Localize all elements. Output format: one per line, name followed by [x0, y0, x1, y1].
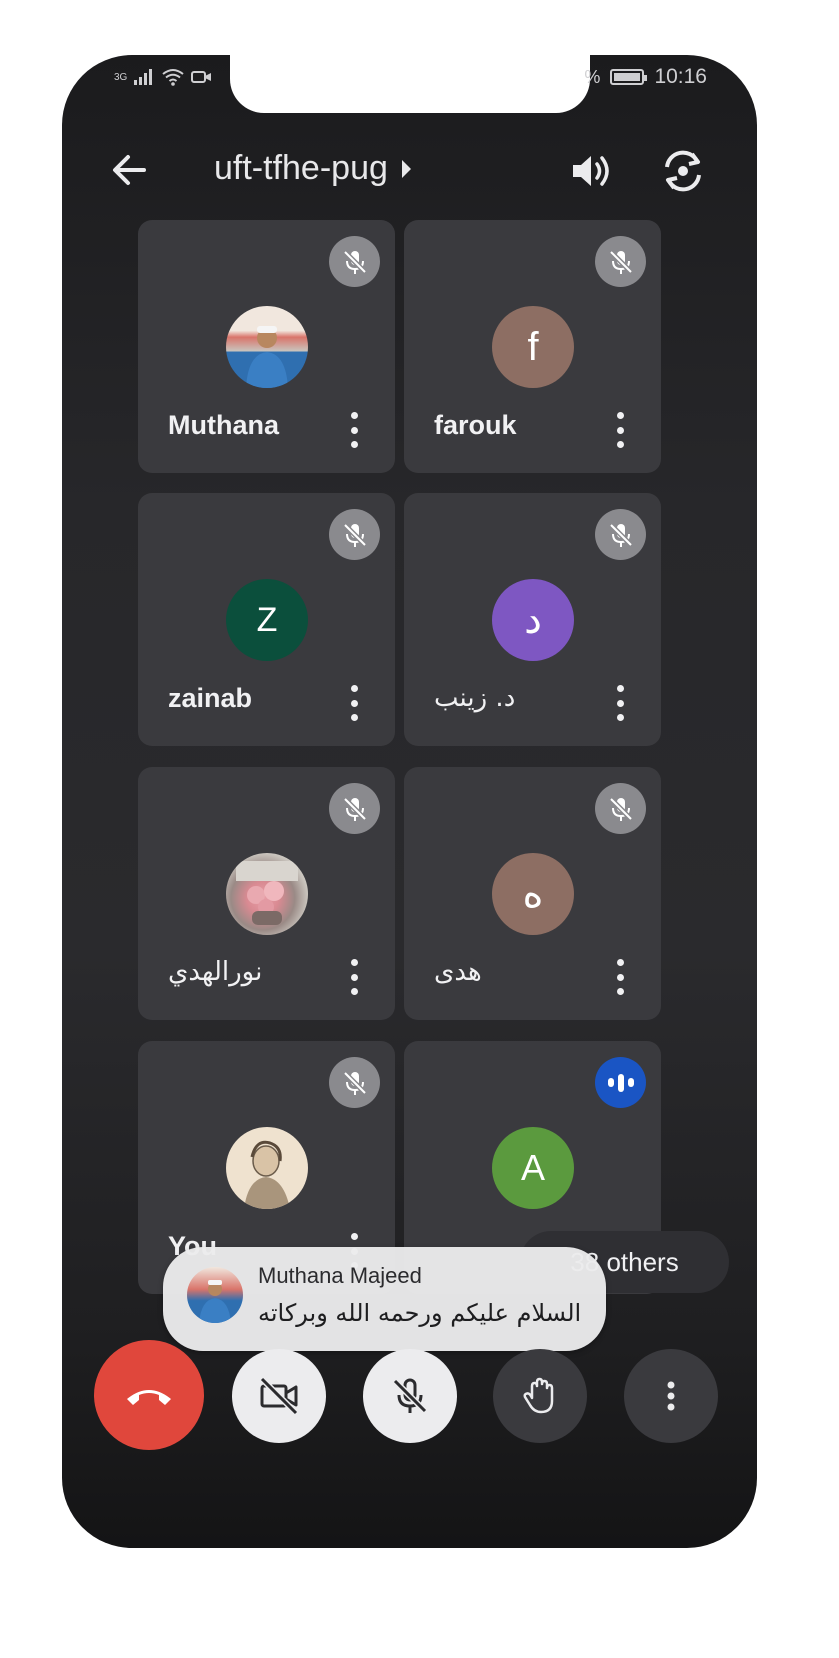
- participant-tile[interactable]: Muthana: [138, 220, 395, 473]
- raise-hand-button[interactable]: [493, 1349, 587, 1443]
- mic-off-icon: [342, 796, 367, 821]
- status-bar-right: % 10:16: [584, 65, 707, 89]
- mic-muted-indicator: [595, 509, 646, 560]
- mic-off-icon: [342, 249, 367, 274]
- participant-name: نورالهدي: [168, 957, 263, 987]
- audio-output-button[interactable]: [567, 147, 615, 195]
- sender-avatar: [187, 1267, 243, 1323]
- participant-avatar-photo: [226, 1127, 308, 1209]
- mic-off-icon: [342, 1070, 367, 1095]
- mic-off-icon: [342, 522, 367, 547]
- participant-avatar: د: [492, 579, 574, 661]
- speaker-icon: [573, 156, 609, 186]
- participant-avatar-photo: [226, 853, 308, 935]
- battery-percent: %: [584, 66, 601, 87]
- video-status-icon: [191, 71, 212, 83]
- participant-tile[interactable]: نورالهدي: [138, 767, 395, 1020]
- participant-options-button[interactable]: [615, 412, 625, 448]
- more-options-button[interactable]: [624, 1349, 718, 1443]
- portrait-photo-icon: [244, 1140, 290, 1209]
- mic-off-icon: [608, 796, 633, 821]
- participant-tile[interactable]: Z zainab: [138, 493, 395, 746]
- participant-options-button[interactable]: [349, 685, 359, 721]
- status-bar-left: 3G: [114, 67, 213, 87]
- participant-name: Muthana: [168, 410, 279, 440]
- meeting-code-text: uft-tfhe-pug: [214, 149, 388, 187]
- mic-off-icon: [608, 522, 633, 547]
- mic-muted-indicator: [595, 236, 646, 287]
- battery-icon: [610, 69, 648, 85]
- participant-name: farouk: [434, 410, 517, 440]
- back-arrow-icon: [113, 155, 146, 185]
- camera-off-icon: [259, 1376, 299, 1416]
- phone-frame: 3G % 10:16 uft-tfhe-pug Muthana f farouk…: [62, 55, 757, 1548]
- participant-avatar: Z: [226, 579, 308, 661]
- mic-muted-indicator: [329, 783, 380, 834]
- raise-hand-icon: [523, 1377, 554, 1414]
- mic-toggle-button[interactable]: [363, 1349, 457, 1443]
- flowers-photo-icon: [236, 861, 298, 925]
- more-vert-icon: [667, 1381, 675, 1411]
- end-call-button[interactable]: [94, 1340, 204, 1450]
- person-photo-icon: [199, 1280, 231, 1323]
- toast-sender-name: Muthana Majeed: [258, 1263, 422, 1288]
- chevron-right-icon: [401, 159, 411, 178]
- participant-avatar: A: [492, 1127, 574, 1209]
- mic-off-icon: [392, 1378, 428, 1414]
- participant-avatar: f: [492, 306, 574, 388]
- participant-name: zainab: [168, 683, 253, 713]
- notch: [230, 55, 590, 113]
- participant-tile[interactable]: ه هدى: [404, 767, 661, 1020]
- participant-name: هدى: [434, 957, 482, 987]
- participant-avatar: ه: [492, 853, 574, 935]
- toast-message-text: السلام عليكم ورحمه الله وبركاته: [258, 1299, 582, 1327]
- participant-options-button[interactable]: [349, 959, 359, 995]
- participant-name: د. زينب: [434, 683, 516, 713]
- participant-avatar-photo: [226, 306, 308, 388]
- mic-muted-indicator: [329, 509, 380, 560]
- participant-tile[interactable]: f farouk: [404, 220, 661, 473]
- participant-tile[interactable]: د د. زينب: [404, 493, 661, 746]
- end-call-icon: [127, 1390, 171, 1405]
- camera-toggle-button[interactable]: [232, 1349, 326, 1443]
- switch-camera-button[interactable]: [657, 145, 709, 197]
- participant-options-button[interactable]: [349, 412, 359, 448]
- meeting-top-bar: uft-tfhe-pug: [62, 135, 757, 215]
- participant-options-button[interactable]: [615, 959, 625, 995]
- network-type: 3G: [114, 71, 128, 83]
- mic-muted-indicator: [329, 236, 380, 287]
- speaking-indicator: [595, 1057, 646, 1108]
- wifi-icon: [162, 69, 184, 86]
- mic-off-icon: [608, 249, 633, 274]
- mic-muted-indicator: [595, 783, 646, 834]
- signal-icon: [134, 69, 153, 85]
- switch-camera-icon: [665, 150, 701, 192]
- participant-options-button[interactable]: [615, 685, 625, 721]
- clock: 10:16: [654, 65, 707, 88]
- back-button[interactable]: [104, 145, 154, 195]
- chat-message-toast[interactable]: Muthana Majeed السلام عليكم ورحمه الله و…: [163, 1247, 606, 1351]
- mic-muted-indicator: [329, 1057, 380, 1108]
- meeting-code[interactable]: uft-tfhe-pug: [214, 149, 411, 188]
- person-photo-icon: [246, 326, 288, 388]
